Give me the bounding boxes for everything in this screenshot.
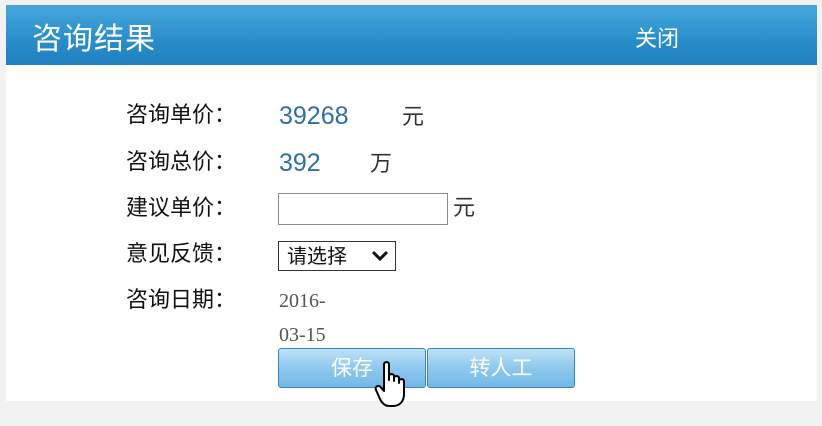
close-button[interactable]: 关闭 [635,21,679,53]
date-label: 咨询日期： [126,288,237,313]
feedback-select[interactable]: 请选择 [278,241,396,271]
total-price-value: 392 [279,149,321,177]
total-price-unit: 万 [370,152,393,177]
suggested-price-unit: 元 [453,196,476,221]
unit-price-value: 39268 [279,102,349,130]
hand-pointer-icon [374,361,405,407]
chevron-down-icon [371,250,389,262]
date-value: 2016-03-15 [279,290,326,346]
consult-result-dialog: 咨询结果 关闭 咨询单价： 39268 元 咨询总价： 392 万 建议单价： … [6,5,817,407]
dialog-title: 咨询结果 [32,22,156,57]
suggested-price-label: 建议单价： [126,196,237,221]
manual-service-button[interactable]: 转人工 [427,348,575,388]
feedback-selected-value: 请选择 [287,244,347,268]
dialog-header: 咨询结果 关闭 [6,5,817,65]
unit-price-label: 咨询单价： [126,103,237,128]
unit-price-unit: 元 [402,105,425,130]
suggested-price-input[interactable] [278,193,448,225]
feedback-label: 意见反馈： [126,242,237,267]
total-price-label: 咨询总价： [126,150,237,175]
